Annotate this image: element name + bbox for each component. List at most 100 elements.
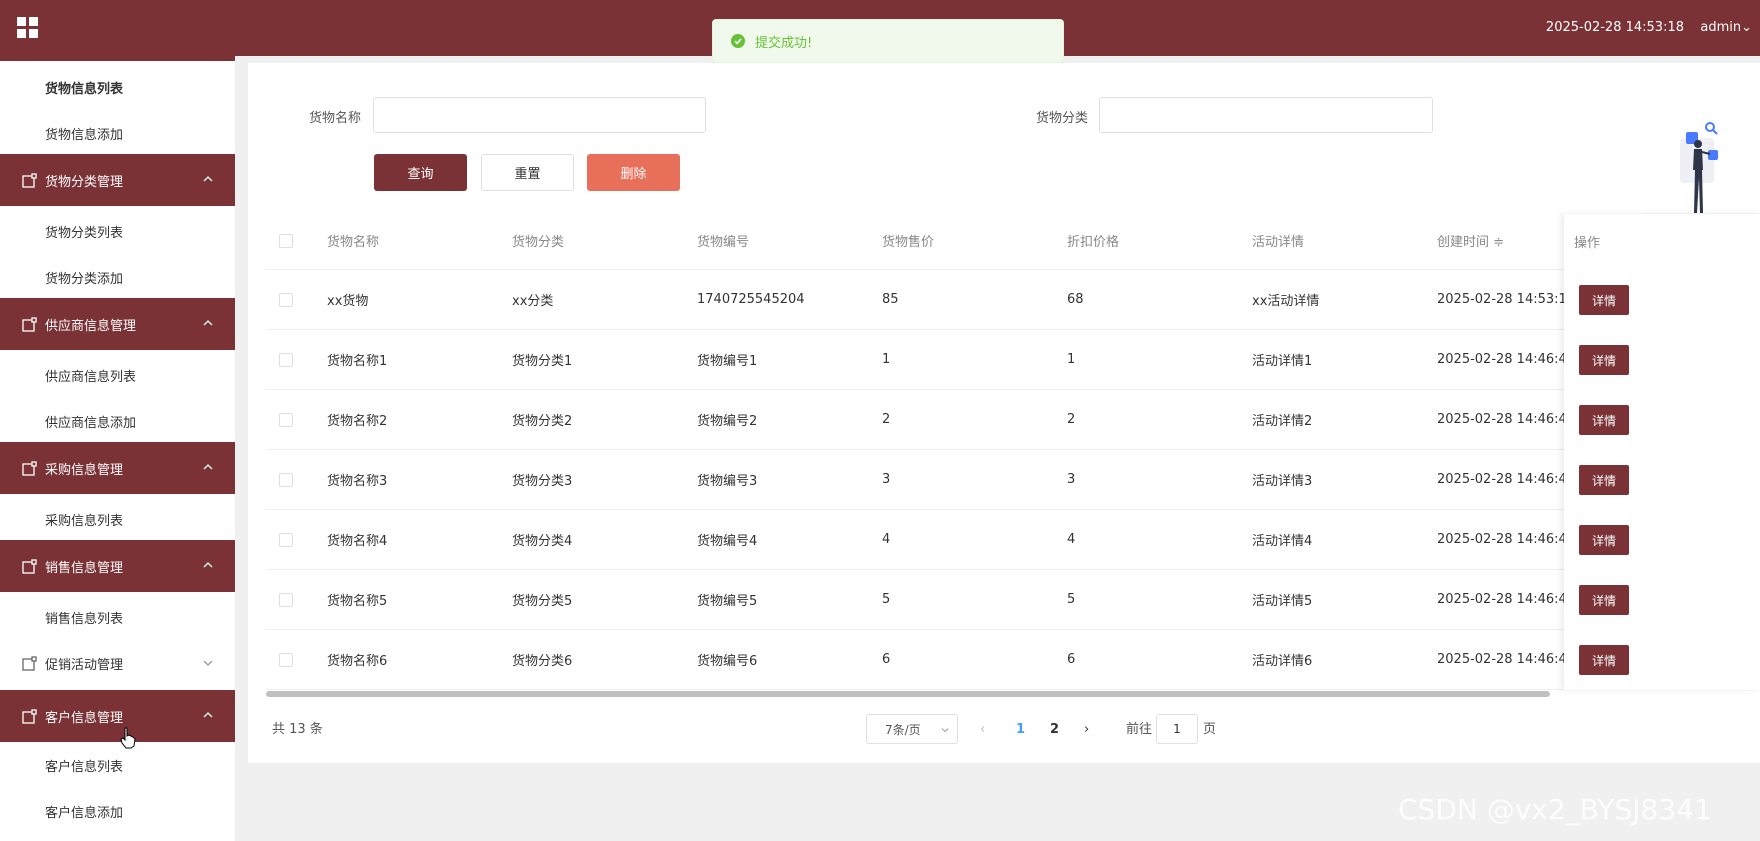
sidebar-group-customer[interactable]: 客户信息管理 [0,690,235,742]
detail-button[interactable]: 详情 [1579,585,1629,615]
cell-price: 1 [882,352,891,367]
chevron-down-icon: ⌄ [1741,20,1752,35]
cell-goods-code: 货物编号4 [697,534,758,549]
column-header-operation: 操作 [1574,235,1601,251]
column-header-created-time-sortable[interactable]: 创建时间 ≑ [1437,212,1504,269]
sidebar-item-label: 货物分类列表 [45,225,124,241]
sidebar-item-goods-add[interactable]: 货物信息添加 [0,110,235,156]
cell-price: 6 [882,652,891,667]
cell-goods-code: 货物编号3 [697,474,758,489]
sidebar-item-customer-list[interactable]: 客户信息列表 [0,742,235,788]
success-toast: 提交成功! [712,19,1064,63]
menu-grid-icon[interactable] [17,17,39,39]
sidebar-item-supplier-list[interactable]: 供应商信息列表 [0,352,235,398]
pagination-total: 共 13 条 [272,722,323,737]
detail-button[interactable]: 详情 [1579,525,1629,555]
table-horizontal-scrollbar[interactable] [266,691,1550,697]
sidebar-group-promotion[interactable]: 促销活动管理 [0,640,235,686]
cell-created-time: 2025-02-28 14:46:4 [1437,532,1564,547]
sidebar-group-purchase[interactable]: 采购信息管理 [0,442,235,494]
cell-goods-category: 货物分类3 [512,474,573,489]
cell-goods-category: 货物分类6 [512,654,573,669]
detail-button[interactable]: 详情 [1579,285,1629,315]
table-row: 货物名称5 货物分类5 货物编号5 5 5 活动详情5 2025-02-28 1… [266,570,1760,630]
toast-message: 提交成功! [755,35,813,51]
cell-discount-price: 3 [1067,472,1076,487]
sidebar-item-label: 货物信息添加 [45,127,124,143]
delete-button[interactable]: 删除 [587,154,680,191]
column-header: 货物分类 [512,235,565,250]
sidebar-item-label: 供应商信息添加 [45,415,137,431]
table-row: 货物名称4 货物分类4 货物编号4 4 4 活动详情4 2025-02-28 1… [266,510,1760,570]
reset-button[interactable]: 重置 [481,154,574,191]
query-button[interactable]: 查询 [374,154,467,191]
cell-activity-detail: 活动详情2 [1252,414,1313,429]
user-menu[interactable]: admin⌄ [1700,20,1752,35]
detail-button[interactable]: 详情 [1579,345,1629,375]
goods-category-input[interactable] [1099,97,1433,133]
chevron-up-icon [203,320,213,326]
prev-page-button[interactable]: ‹ [980,714,985,744]
sidebar-item-category-list[interactable]: 货物分类列表 [0,208,235,254]
cell-goods-name: 货物名称4 [327,534,388,549]
cell-goods-name: 货物名称1 [327,354,388,369]
table-row: 货物名称3 货物分类3 货物编号3 3 3 活动详情3 2025-02-28 1… [266,450,1760,510]
sidebar-item-goods-list[interactable]: 货物信息列表 [0,64,235,110]
sidebar-group-sales[interactable]: 销售信息管理 [0,540,235,592]
cell-discount-price: 4 [1067,532,1076,547]
goods-name-label: 货物名称 [309,111,362,126]
cell-activity-detail: 活动详情5 [1252,594,1313,609]
cell-goods-category: 货物分类5 [512,594,573,609]
cell-discount-price: 6 [1067,652,1076,667]
cell-goods-name: 货物名称5 [327,594,388,609]
sidebar-group-supplier[interactable]: 供应商信息管理 [0,298,235,350]
row-checkbox[interactable] [279,353,293,367]
sidebar: 货物信息列表 货物信息添加 货物分类管理 货物分类列表 货物分类添加 供应商信息… [0,56,235,841]
goods-name-input[interactable] [373,97,706,133]
select-all-checkbox[interactable] [279,234,293,248]
page-size-select[interactable]: 7条/页 [866,714,958,744]
cell-created-time: 2025-02-28 14:46:4 [1437,412,1564,427]
folder-icon [22,460,37,476]
chevron-up-icon [203,562,213,568]
goto-page-input[interactable]: 1 [1156,714,1198,744]
sidebar-item-label: 货物信息列表 [45,81,124,97]
table-row: 货物名称6 货物分类6 货物编号6 6 6 活动详情6 2025-02-28 1… [266,630,1760,690]
sidebar-item-label: 供应商信息列表 [45,369,137,385]
page-2-button[interactable]: 2 [1050,714,1059,744]
row-checkbox[interactable] [279,653,293,667]
row-checkbox[interactable] [279,593,293,607]
cell-price: 4 [882,532,891,547]
user-name: admin [1700,20,1742,35]
column-header: 折扣价格 [1067,235,1120,250]
sidebar-item-label: 客户信息列表 [45,759,124,775]
detail-button[interactable]: 详情 [1579,405,1629,435]
sidebar-item-category-add[interactable]: 货物分类添加 [0,254,235,300]
row-checkbox[interactable] [279,293,293,307]
sidebar-item-label: 客户信息添加 [45,805,124,821]
column-header: 活动详情 [1252,235,1305,250]
folder-icon [22,655,37,671]
detail-button[interactable]: 详情 [1579,645,1629,675]
next-page-button[interactable]: › [1084,714,1089,744]
cell-activity-detail: 活动详情3 [1252,474,1313,489]
sidebar-item-supplier-add[interactable]: 供应商信息添加 [0,398,235,444]
cell-created-time: 2025-02-28 14:46:4 [1437,592,1564,607]
detail-button[interactable]: 详情 [1579,465,1629,495]
row-checkbox[interactable] [279,413,293,427]
cell-goods-category: 货物分类4 [512,534,573,549]
table-header: 货物名称 货物分类 货物编号 货物售价 折扣价格 活动详情 创建时间 ≑ [266,212,1760,270]
sidebar-item-sales-list[interactable]: 销售信息列表 [0,594,235,640]
sidebar-item-customer-add[interactable]: 客户信息添加 [0,788,235,834]
cell-goods-code: 货物编号1 [697,354,758,369]
row-checkbox[interactable] [279,473,293,487]
folder-icon [22,708,37,724]
sidebar-group-goods-category[interactable]: 货物分类管理 [0,154,235,206]
sidebar-item-purchase-list[interactable]: 采购信息列表 [0,496,235,542]
chevron-down-icon [203,660,213,666]
chevron-up-icon [203,464,213,470]
hand-cursor-icon [120,727,136,749]
row-checkbox[interactable] [279,533,293,547]
cell-discount-price: 5 [1067,592,1076,607]
page-1-button[interactable]: 1 [1016,714,1025,744]
